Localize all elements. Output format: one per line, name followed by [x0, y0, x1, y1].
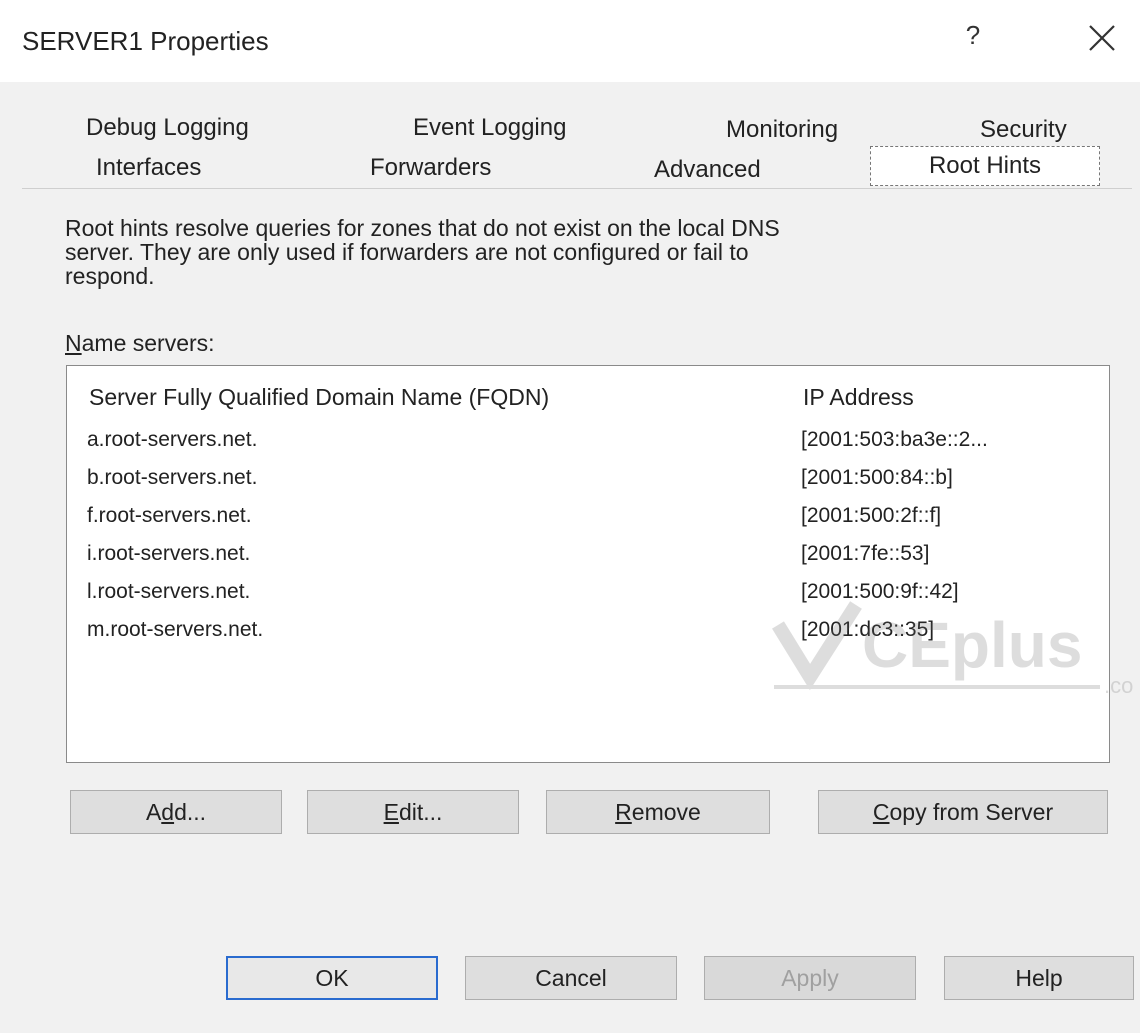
add-label-start: A — [145, 799, 162, 825]
table-row[interactable]: f.root-servers.net. [2001:500:2f::f] — [67, 500, 1107, 532]
description-line: Root hints resolve queries for zones tha… — [65, 215, 780, 241]
help-button[interactable]: Help — [944, 956, 1134, 1000]
table-row[interactable]: l.root-servers.net. [2001:500:9f::42] — [67, 576, 1107, 608]
tab-strip: Debug Logging Event Logging Monitoring S… — [0, 100, 1140, 190]
edit-button[interactable]: Edit... — [307, 790, 519, 834]
tab-advanced[interactable]: Advanced — [654, 156, 761, 184]
add-label-end: d... — [174, 799, 207, 825]
title-bar: SERVER1 Properties ? — [0, 0, 1140, 82]
properties-dialog: SERVER1 Properties ? Debug Logging Event… — [0, 0, 1140, 1033]
tab-debug-logging[interactable]: Debug Logging — [86, 114, 249, 142]
cancel-button[interactable]: Cancel — [465, 956, 677, 1000]
tab-forwarders[interactable]: Forwarders — [370, 154, 491, 182]
tab-interfaces[interactable]: Interfaces — [96, 154, 201, 182]
ip-cell: [2001:500:2f::f] — [801, 504, 942, 527]
add-label-accelerator: d — [161, 799, 175, 825]
ip-cell: [2001:7fe::53] — [801, 542, 930, 565]
ip-cell: [2001:dc3::35] — [801, 618, 935, 641]
copy-label-end: opy from Server — [889, 799, 1054, 825]
ip-cell: [2001:500:9f::42] — [801, 580, 959, 603]
remove-label-end: emove — [631, 799, 701, 825]
table-row[interactable]: b.root-servers.net. [2001:500:84::b] — [67, 462, 1107, 494]
dialog-title: SERVER1 Properties — [22, 26, 269, 56]
ip-cell: [2001:500:84::b] — [801, 466, 953, 489]
description-line: server. They are only used if forwarders… — [65, 239, 749, 265]
fqdn-cell: a.root-servers.net. — [87, 428, 258, 451]
tab-event-logging[interactable]: Event Logging — [413, 114, 566, 142]
remove-label-accelerator: R — [615, 799, 632, 825]
tab-monitoring[interactable]: Monitoring — [726, 116, 838, 144]
description-line: respond. — [65, 263, 155, 289]
apply-button: Apply — [704, 956, 916, 1000]
close-icon[interactable] — [1078, 14, 1126, 62]
name-servers-label-accelerator: N — [65, 330, 82, 356]
name-servers-label-text: ame servers: — [81, 330, 215, 356]
column-header-ip-address[interactable]: IP Address — [803, 384, 914, 411]
table-row[interactable]: m.root-servers.net. [2001:dc3::35] — [67, 614, 1107, 646]
fqdn-cell: f.root-servers.net. — [87, 504, 252, 527]
edit-label-accelerator: E — [383, 799, 399, 825]
fqdn-cell: b.root-servers.net. — [87, 466, 258, 489]
root-hints-description: Root hints resolve queries for zones tha… — [65, 216, 1075, 288]
tab-security[interactable]: Security — [980, 116, 1067, 144]
name-servers-list[interactable]: Server Fully Qualified Domain Name (FQDN… — [66, 365, 1110, 763]
fqdn-cell: i.root-servers.net. — [87, 542, 251, 565]
help-icon[interactable]: ? — [958, 20, 988, 56]
name-servers-label: Name servers: — [65, 330, 215, 357]
add-button[interactable]: Add... — [70, 790, 282, 834]
ok-button[interactable]: OK — [226, 956, 438, 1000]
edit-label-end: dit... — [398, 799, 443, 825]
column-header-fqdn[interactable]: Server Fully Qualified Domain Name (FQDN… — [89, 384, 549, 411]
remove-button[interactable]: Remove — [546, 790, 770, 834]
ip-cell: [2001:503:ba3e::2... — [801, 428, 988, 451]
table-row[interactable]: i.root-servers.net. [2001:7fe::53] — [67, 538, 1107, 570]
copy-label-accelerator: C — [872, 799, 890, 825]
fqdn-cell: l.root-servers.net. — [87, 580, 251, 603]
tab-root-hints[interactable]: Root Hints — [870, 146, 1100, 186]
table-row[interactable]: a.root-servers.net. [2001:503:ba3e::2... — [67, 424, 1107, 456]
fqdn-cell: m.root-servers.net. — [87, 618, 264, 641]
copy-from-server-button[interactable]: Copy from Server — [818, 790, 1108, 834]
